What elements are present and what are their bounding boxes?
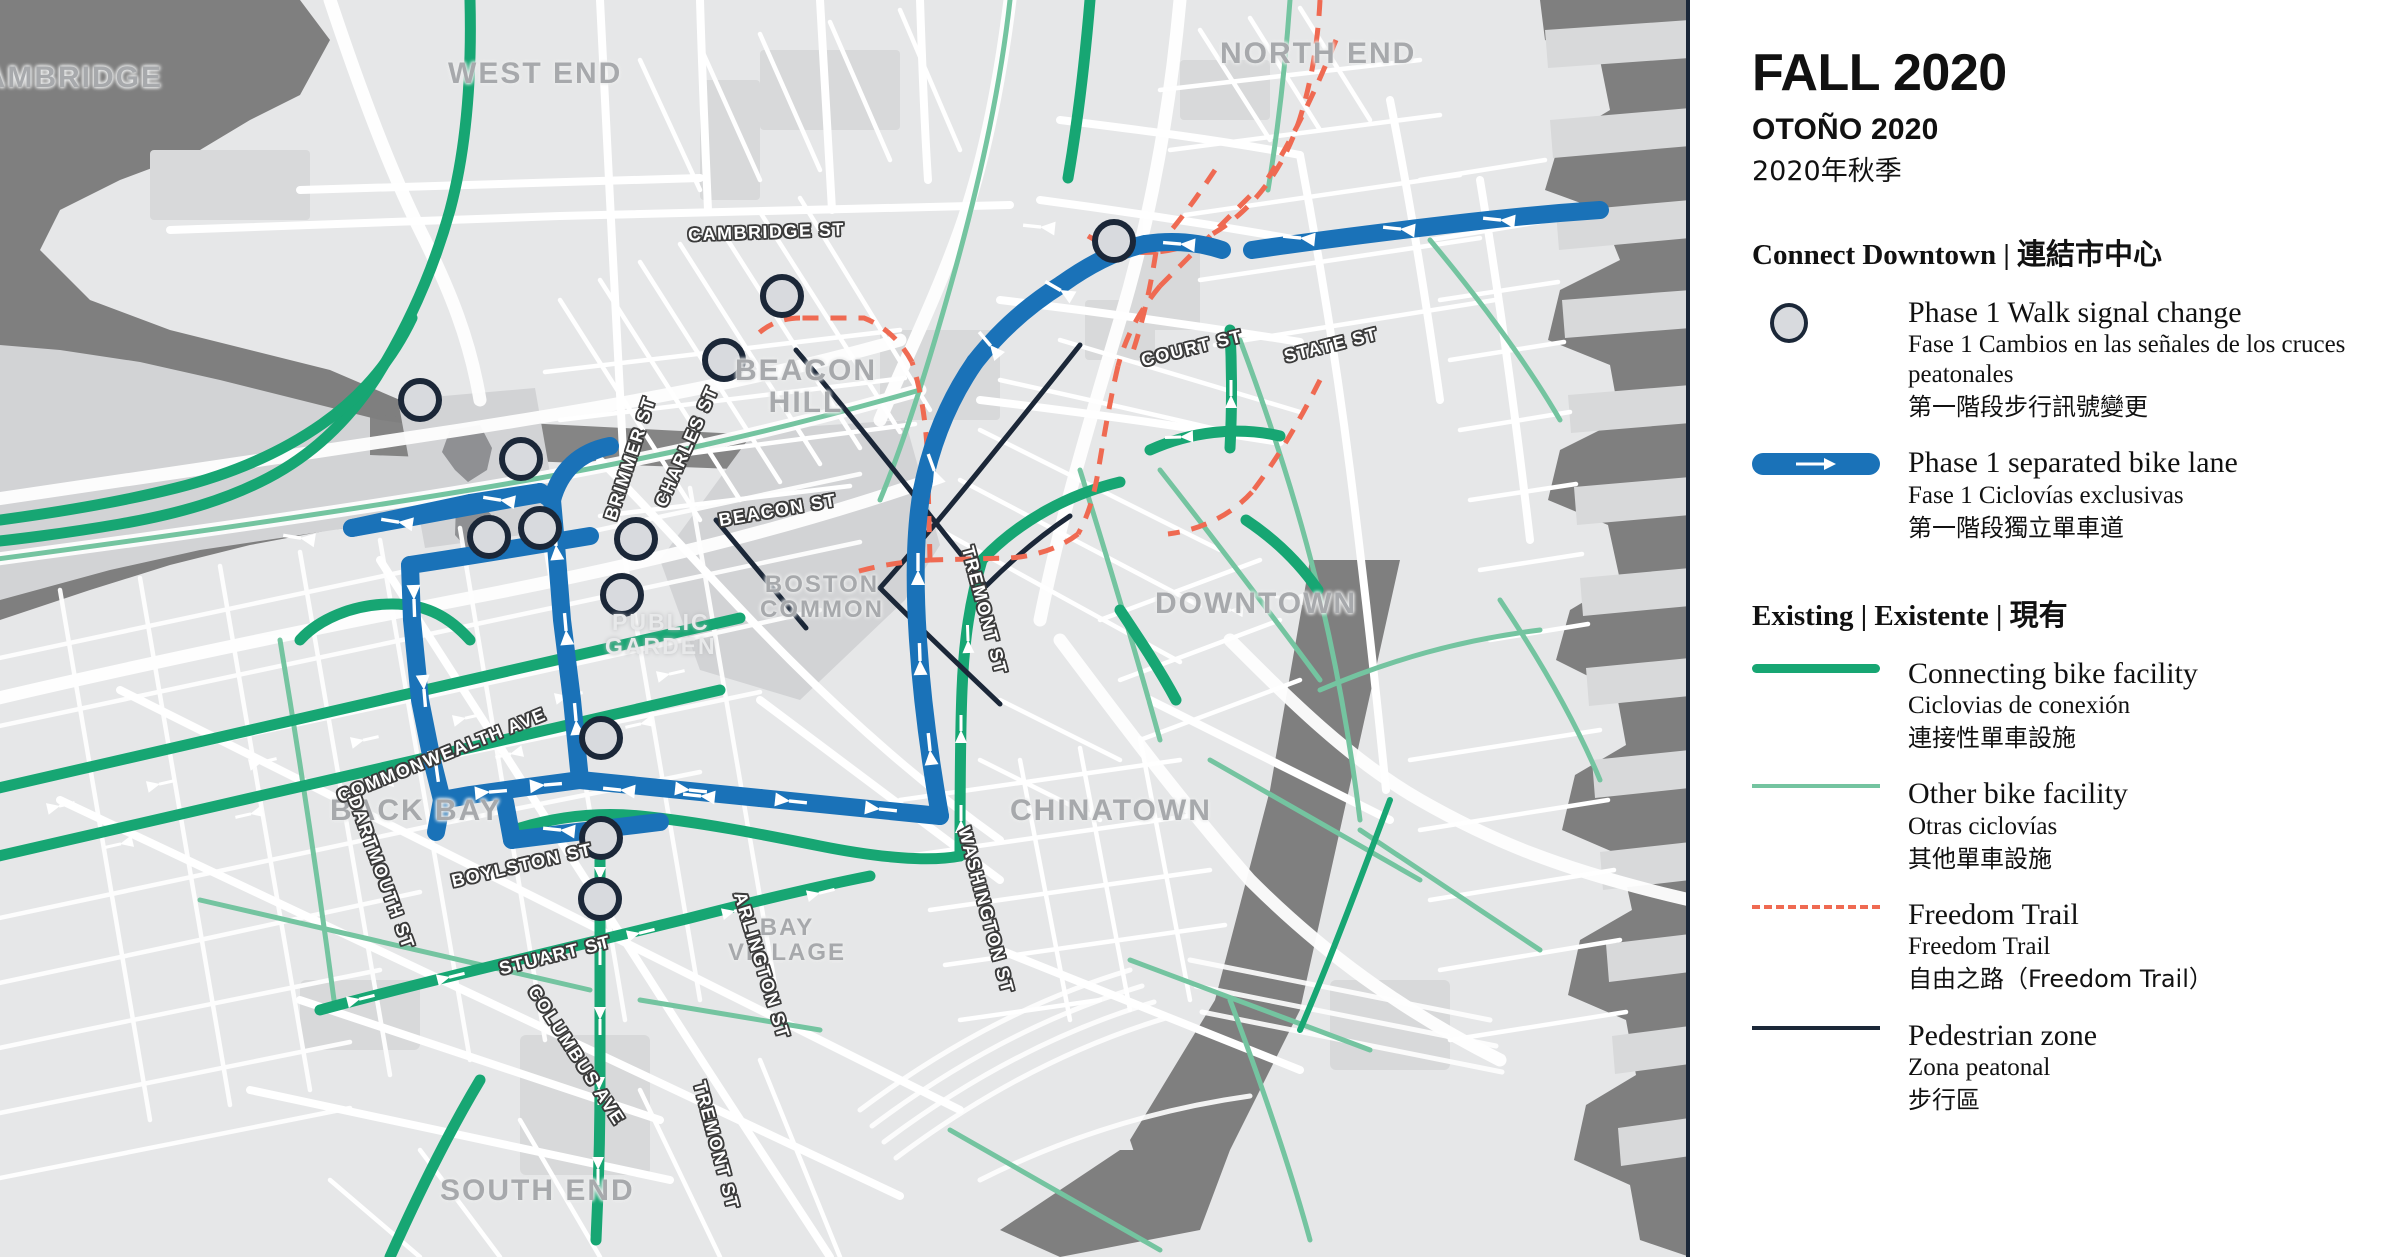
legend-section-heading-connect-downtown: Connect Downtown | 連結市中心 [1752, 238, 2162, 271]
legend-label-zh: 連接性單車設施 [1908, 724, 2076, 753]
legend-label-es: Fase 1 Cambios en las señales de los cru… [1908, 331, 2346, 389]
walk-signal-marker [614, 517, 658, 561]
legend-swatch-other-bike [1752, 776, 1908, 789]
walk-signal-marker [600, 573, 644, 617]
legend-label-es: Ciclovias de conexión [1908, 692, 2131, 720]
legend-swatch-freedom-trail [1752, 897, 1908, 909]
legend-panel: FALL 2020 OTOÑO 2020 2020年秋季 Connect Dow… [1690, 0, 2396, 1257]
green-line-icon [1752, 663, 1880, 673]
circle-marker-icon [1770, 302, 1808, 343]
title-chinese: 2020年秋季 [1752, 155, 1902, 187]
legend-label-en: Connecting bike facility [1908, 656, 2198, 690]
map-graphics [0, 0, 1686, 1257]
walk-signal-marker [467, 515, 511, 559]
legend-label-es: Otras ciclovías [1908, 812, 2058, 840]
walk-signal-marker [499, 437, 543, 481]
walk-signal-marker [578, 877, 622, 921]
light-green-line-icon [1752, 784, 1880, 789]
legend-item-separated-bike-lane: Phase 1 separated bike lane Fase 1 Ciclo… [1752, 445, 2396, 544]
title-spanish: OTOÑO 2020 [1752, 112, 1939, 146]
legend-swatch-connecting-bike [1752, 656, 1908, 673]
legend-label-en: Other bike facility [1908, 777, 2128, 811]
legend-label-en: Phase 1 Walk signal change [1908, 295, 2242, 329]
legend-label-es: Freedom Trail [1908, 933, 2051, 961]
walk-signal-marker [760, 274, 804, 318]
walk-signal-marker [398, 378, 442, 422]
legend-item-pedestrian-zone: Pedestrian zone Zona peatonal 步行區 [1752, 1018, 2396, 1117]
legend-item-connecting-bike-facility: Connecting bike facility Ciclovias de co… [1752, 656, 2396, 755]
legend-label-en: Freedom Trail [1908, 897, 2079, 931]
legend-item-walk-signal-change: Phase 1 Walk signal change Fase 1 Cambio… [1752, 295, 2396, 424]
legend-label-es: Fase 1 Ciclovías exclusivas [1908, 481, 2184, 509]
blue-arrow-bar-icon [1752, 453, 1880, 476]
legend-label-zh: 自由之路（Freedom Trail） [1908, 965, 2213, 994]
arrow-right-icon [1796, 458, 1836, 471]
walk-signal-marker [579, 816, 623, 860]
legend-label-zh: 其他單車設施 [1908, 844, 2052, 873]
legend-label-zh: 步行區 [1908, 1085, 1980, 1114]
walk-signal-marker [702, 338, 746, 382]
legend-label-en: Pedestrian zone [1908, 1018, 2098, 1052]
legend-swatch-pedestrian-zone [1752, 1018, 1908, 1030]
red-dashed-line-icon [1752, 904, 1880, 909]
legend-item-freedom-trail: Freedom Trail Freedom Trail 自由之路（Freedom… [1752, 897, 2396, 996]
legend-section-heading-existing: Existing | Existente | 現有 [1752, 599, 2068, 632]
walk-signal-marker [579, 716, 623, 760]
legend-swatch-walk-signal [1752, 295, 1908, 343]
map-page: CAMBRIDGE WEST END NORTH END BEACON HILL… [0, 0, 2400, 1257]
legend-item-other-bike-facility: Other bike facility Otras ciclovías 其他單車… [1752, 776, 2396, 875]
walk-signal-marker [518, 506, 562, 550]
title-main: FALL 2020 [1752, 44, 2007, 102]
map-canvas[interactable]: CAMBRIDGE WEST END NORTH END BEACON HILL… [0, 0, 1690, 1257]
legend-label-es: Zona peatonal [1908, 1053, 2051, 1081]
legend-label-zh: 第一階段步行訊號變更 [1908, 393, 2148, 422]
legend-label-en: Phase 1 separated bike lane [1908, 446, 2238, 480]
navy-line-icon [1752, 1025, 1880, 1030]
legend-swatch-bike-lane [1752, 445, 1908, 476]
walk-signal-marker [1092, 219, 1136, 263]
legend-label-zh: 第一階段獨立單車道 [1908, 513, 2124, 542]
